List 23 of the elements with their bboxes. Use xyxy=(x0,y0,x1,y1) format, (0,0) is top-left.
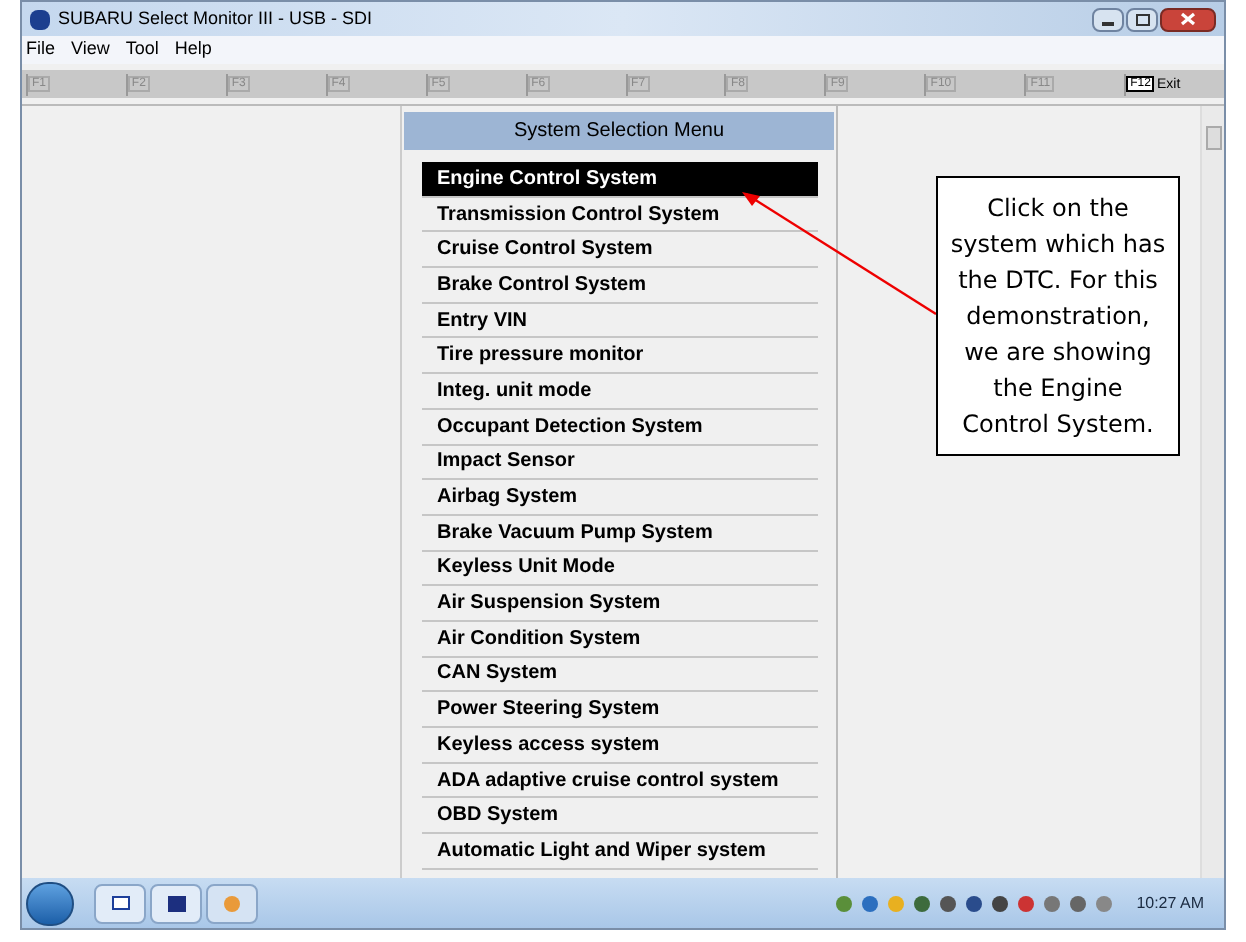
minimize-button[interactable] xyxy=(1092,7,1124,31)
close-button[interactable] xyxy=(1160,7,1216,31)
window-icon xyxy=(111,896,129,910)
taskbar-button[interactable] xyxy=(150,883,202,923)
scroll-thumb[interactable] xyxy=(1205,126,1221,150)
app-icon xyxy=(30,9,50,29)
menu-item[interactable]: Help xyxy=(174,36,212,64)
clock: 10:27 AM xyxy=(1136,891,1204,915)
taskbar-button[interactable] xyxy=(94,883,146,923)
menu-item[interactable]: View xyxy=(71,36,110,64)
menu-list-item[interactable]: Keyless Unit Mode xyxy=(421,551,817,587)
app-icon xyxy=(224,895,240,911)
app-icon xyxy=(167,895,185,911)
panel-header: System Selection Menu xyxy=(404,112,834,150)
menu-item[interactable]: File xyxy=(26,36,56,64)
window-title: SUBARU Select Monitor III - USB - SDI xyxy=(58,5,373,32)
scrollbar[interactable] xyxy=(1200,106,1224,878)
menu-item[interactable]: Tool xyxy=(125,36,159,64)
maximize-button[interactable] xyxy=(1126,7,1158,31)
close-icon xyxy=(1180,12,1196,26)
callout-box: Click on the system which has the DTC. For this demonstration, we are showing the Engine Control System. xyxy=(936,176,1180,456)
start-button[interactable] xyxy=(26,881,74,925)
menu-list-item[interactable]: Engine Control System xyxy=(421,162,817,198)
